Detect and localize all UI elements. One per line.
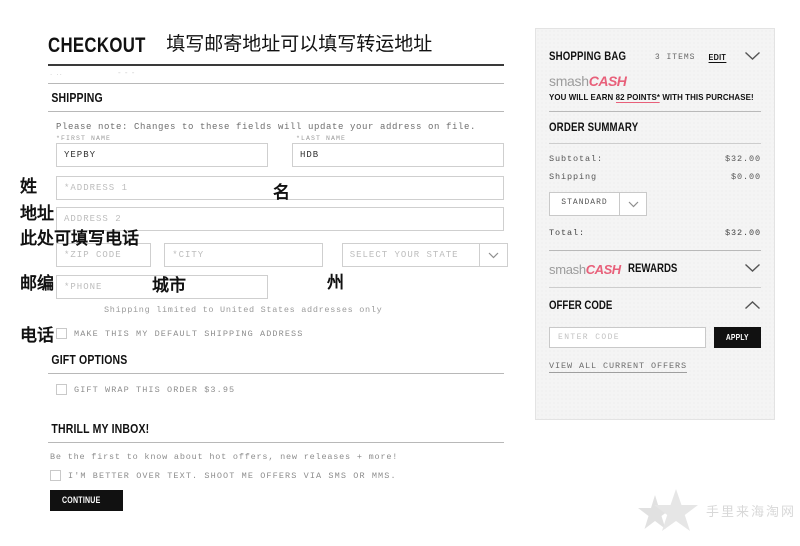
last-name-label: *LAST NAME <box>296 135 347 142</box>
shipping-method-select[interactable]: STANDARD <box>549 192 647 216</box>
order-sidebar: SHOPPING BAG 3 ITEMS EDIT smashCASH YOU … <box>535 28 775 420</box>
rewards-logo-smash: smash <box>549 261 586 277</box>
state-select-value: SELECT YOUR STATE <box>341 243 479 267</box>
divider-inbox <box>48 442 504 443</box>
shipping-label: Shipping <box>549 172 598 182</box>
default-address-label: MAKE THIS MY DEFAULT SHIPPING ADDRESS <box>74 328 304 339</box>
order-summary-title: ORDER SUMMARY <box>549 122 639 134</box>
apply-offer-label: APPLY <box>726 332 750 342</box>
cn-headline-annotation: 填写邮寄地址可以填写转运地址 <box>166 33 433 55</box>
annotation-zip: 邮编 <box>20 274 54 294</box>
annotation-address: 地址 <box>20 204 54 224</box>
default-address-checkbox-row[interactable]: MAKE THIS MY DEFAULT SHIPPING ADDRESS <box>56 328 508 339</box>
summary-row-total: Total: $32.00 <box>549 224 761 242</box>
gift-wrap-label: GIFT WRAP THIS ORDER $3.95 <box>74 384 236 395</box>
shopping-bag-header[interactable]: SHOPPING BAG 3 ITEMS EDIT <box>549 43 761 71</box>
city-input[interactable]: *CITY <box>164 243 323 267</box>
offer-code-input[interactable]: ENTER CODE <box>549 327 707 348</box>
summary-row-subtotal: Subtotal: $32.00 <box>549 150 761 168</box>
shopping-bag-item-count: 3 ITEMS <box>654 52 696 62</box>
rewards-logo-cash: CASH <box>585 261 621 277</box>
annotation-state: 州 <box>327 273 344 293</box>
smashcash-logo-cash: CASH <box>588 73 627 89</box>
total-label: Total: <box>549 228 586 238</box>
inbox-blurb: Be the first to know about hot offers, n… <box>50 452 399 462</box>
shipping-limit-note: Shipping limited to United States addres… <box>104 305 383 315</box>
continue-button[interactable]: CONTINUE <box>50 490 124 511</box>
annotation-address2: 此处可填写电话 <box>20 229 139 249</box>
points-earn-prefix: YOU WILL EARN <box>549 92 616 102</box>
star-icon <box>638 489 698 531</box>
chevron-down-icon[interactable] <box>744 48 761 66</box>
apply-offer-button[interactable]: APPLY <box>714 327 761 348</box>
sms-optin-checkbox-row[interactable]: I'M BETTER OVER TEXT. SHOOT ME OFFERS VI… <box>50 470 508 481</box>
sms-optin-label: I'M BETTER OVER TEXT. SHOOT ME OFFERS VI… <box>68 470 397 481</box>
offer-code-title: OFFER CODE <box>549 300 613 312</box>
subtotal-value: $32.00 <box>724 154 761 164</box>
view-all-offers-link[interactable]: VIEW ALL CURRENT OFFERS <box>549 361 688 373</box>
shipping-method-value: STANDARD <box>549 192 619 216</box>
name-fields-row: YEPBY HDB <box>48 143 508 167</box>
chevron-up-icon[interactable] <box>744 297 761 315</box>
chevron-down-icon <box>479 243 508 267</box>
first-name-label: *FIRST NAME <box>56 135 112 142</box>
rewards-title: REWARDS <box>627 263 678 275</box>
faint-breadcrumb-row: . .. - - - <box>50 68 136 77</box>
offer-code-row: ENTER CODE APPLY <box>549 327 761 348</box>
points-earn-text: YOU WILL EARN 82 POINTS* WITH THIS PURCH… <box>549 92 754 103</box>
gift-wrap-checkbox-row[interactable]: GIFT WRAP THIS ORDER $3.95 <box>56 384 508 395</box>
divider-shipping <box>48 111 504 112</box>
name-labels-row: *FIRST NAME *LAST NAME <box>48 135 508 143</box>
chevron-down-icon[interactable] <box>744 260 761 278</box>
annotation-first-name: 名 <box>273 183 290 203</box>
rewards-header[interactable]: smashCASH REWARDS <box>549 251 761 287</box>
page-title: CHECKOUT <box>48 34 146 57</box>
watermark-text: 手里来海淘网 <box>706 504 797 520</box>
chevron-down-icon <box>619 192 647 216</box>
rewards-logo: smashCASH <box>549 262 621 277</box>
offer-code-header[interactable]: OFFER CODE <box>549 288 761 324</box>
page-header: CHECKOUT 填写邮寄地址可以填写转运地址 <box>48 22 508 56</box>
checkbox-icon[interactable] <box>56 328 67 339</box>
last-name-input[interactable]: HDB <box>292 143 504 167</box>
checkbox-icon[interactable] <box>56 384 67 395</box>
watermark: 手里来海淘网 <box>638 487 796 533</box>
shopping-bag-title: SHOPPING BAG <box>549 51 627 63</box>
edit-bag-link[interactable]: EDIT <box>709 52 727 63</box>
divider-gift <box>48 373 504 374</box>
checkbox-icon[interactable] <box>50 470 61 481</box>
gift-options-title: GIFT OPTIONS <box>51 353 128 367</box>
points-earn-suffix: WITH THIS PURCHASE! <box>660 92 754 102</box>
annotation-last-name: 姓 <box>20 177 37 197</box>
checkout-form-column: CHECKOUT 填写邮寄地址可以填写转运地址 . .. - - - SHIPPI… <box>48 22 508 511</box>
total-value: $32.00 <box>724 228 761 238</box>
shipping-section-title: SHIPPING <box>51 91 103 105</box>
annotation-city: 城市 <box>152 276 186 296</box>
first-name-input[interactable]: YEPBY <box>56 143 268 167</box>
smashcash-logo: smashCASH <box>549 73 761 89</box>
shipping-note: Please note: Changes to these fields wil… <box>56 122 477 132</box>
shipping-value: $0.00 <box>730 172 761 182</box>
checkout-page: CHECKOUT 填写邮寄地址可以填写转运地址 . .. - - - SHIPPI… <box>0 0 800 546</box>
points-earn-value: 82 POINTS* <box>615 92 661 103</box>
divider-order-summary <box>549 143 761 144</box>
smashcash-logo-smash: smash <box>549 73 589 89</box>
inbox-section-title: THRILL MY INBOX! <box>51 422 150 436</box>
annotation-phone: 电话 <box>20 326 54 346</box>
summary-row-shipping: Shipping $0.00 <box>549 168 761 186</box>
continue-button-label: CONTINUE <box>62 495 101 505</box>
state-select[interactable]: SELECT YOUR STATE <box>341 243 508 267</box>
subtotal-label: Subtotal: <box>549 154 604 164</box>
